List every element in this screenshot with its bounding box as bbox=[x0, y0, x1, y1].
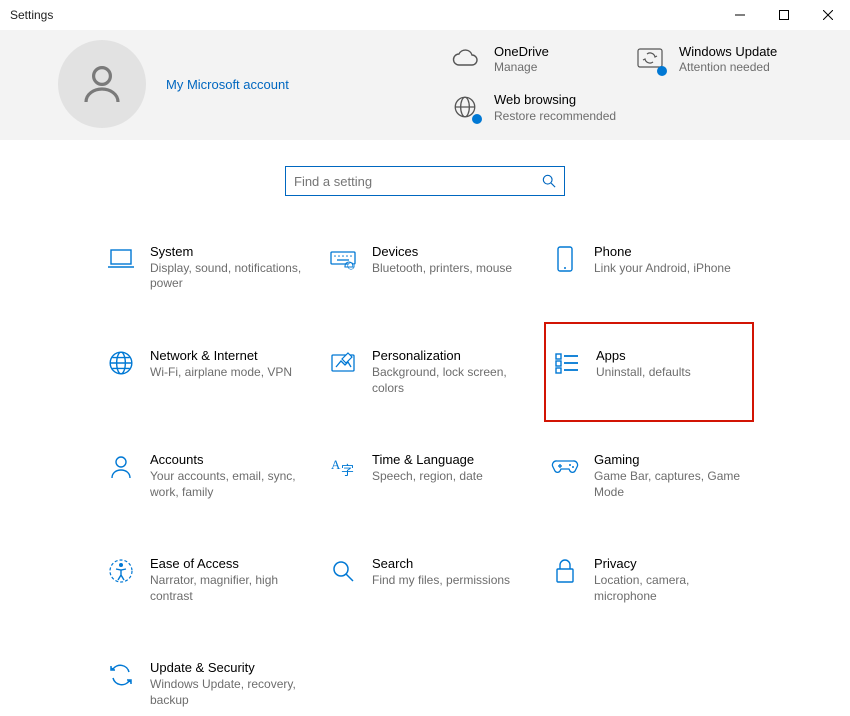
lock-icon bbox=[550, 556, 580, 586]
globe-icon bbox=[106, 348, 136, 378]
category-sub: Display, sound, notifications, power bbox=[150, 261, 304, 292]
apps-list-icon bbox=[552, 348, 582, 378]
category-title: Personalization bbox=[372, 348, 526, 365]
category-title: Search bbox=[372, 556, 510, 573]
svg-text:字: 字 bbox=[341, 463, 354, 478]
quick-sub: Restore recommended bbox=[494, 109, 616, 125]
quick-web-browsing[interactable]: Web browsing Restore recommended bbox=[450, 92, 635, 124]
sync-icon bbox=[635, 44, 665, 74]
titlebar: Settings bbox=[0, 0, 850, 30]
maximize-icon bbox=[779, 10, 789, 20]
category-grid: System Display, sound, notifications, po… bbox=[0, 236, 850, 716]
category-apps[interactable]: Apps Uninstall, defaults bbox=[544, 322, 754, 422]
category-title: Apps bbox=[596, 348, 691, 365]
category-title: Accounts bbox=[150, 452, 304, 469]
category-title: Privacy bbox=[594, 556, 748, 573]
search-icon bbox=[542, 174, 556, 188]
category-ease-of-access[interactable]: Ease of Access Narrator, magnifier, high… bbox=[100, 548, 310, 612]
category-sub: Link your Android, iPhone bbox=[594, 261, 731, 277]
svg-text:A: A bbox=[331, 457, 341, 472]
category-title: Network & Internet bbox=[150, 348, 292, 365]
paint-icon bbox=[328, 348, 358, 378]
quick-title: Web browsing bbox=[494, 92, 616, 109]
close-button[interactable] bbox=[806, 0, 850, 30]
quick-title: OneDrive bbox=[494, 44, 549, 61]
cloud-icon bbox=[450, 44, 480, 74]
header-banner: My Microsoft account OneDrive Manage Win… bbox=[0, 30, 850, 140]
window-title: Settings bbox=[10, 8, 53, 22]
category-gaming[interactable]: Gaming Game Bar, captures, Game Mode bbox=[544, 444, 754, 508]
category-title: Ease of Access bbox=[150, 556, 304, 573]
category-sub: Speech, region, date bbox=[372, 469, 483, 485]
category-time-language[interactable]: A字 Time & Language Speech, region, date bbox=[322, 444, 532, 508]
category-accounts[interactable]: Accounts Your accounts, email, sync, wor… bbox=[100, 444, 310, 508]
category-network[interactable]: Network & Internet Wi-Fi, airplane mode,… bbox=[100, 340, 310, 404]
window-controls bbox=[718, 0, 850, 30]
maximize-button[interactable] bbox=[762, 0, 806, 30]
search-section bbox=[0, 166, 850, 196]
close-icon bbox=[823, 10, 833, 20]
sync-icon bbox=[106, 660, 136, 690]
category-title: Devices bbox=[372, 244, 512, 261]
quick-windows-update[interactable]: Windows Update Attention needed bbox=[635, 44, 820, 76]
quick-links: OneDrive Manage Windows Update Attention… bbox=[450, 44, 820, 125]
category-sub: Background, lock screen, colors bbox=[372, 365, 526, 396]
search-box[interactable] bbox=[285, 166, 565, 196]
quick-title: Windows Update bbox=[679, 44, 777, 61]
category-title: System bbox=[150, 244, 304, 261]
category-sub: Bluetooth, printers, mouse bbox=[372, 261, 512, 277]
category-devices[interactable]: Devices Bluetooth, printers, mouse bbox=[322, 236, 532, 300]
quick-sub: Manage bbox=[494, 60, 549, 76]
account-link[interactable]: My Microsoft account bbox=[166, 77, 289, 92]
category-update-security[interactable]: Update & Security Windows Update, recove… bbox=[100, 652, 310, 716]
search-icon bbox=[328, 556, 358, 586]
minimize-button[interactable] bbox=[718, 0, 762, 30]
minimize-icon bbox=[735, 10, 745, 20]
category-phone[interactable]: Phone Link your Android, iPhone bbox=[544, 236, 754, 300]
avatar bbox=[58, 40, 146, 128]
category-title: Phone bbox=[594, 244, 731, 261]
category-system[interactable]: System Display, sound, notifications, po… bbox=[100, 236, 310, 300]
search-input[interactable] bbox=[294, 174, 542, 189]
category-title: Time & Language bbox=[372, 452, 483, 469]
phone-icon bbox=[550, 244, 580, 274]
category-sub: Your accounts, email, sync, work, family bbox=[150, 469, 304, 500]
keyboard-icon bbox=[328, 244, 358, 274]
category-sub: Uninstall, defaults bbox=[596, 365, 691, 381]
globe-icon bbox=[450, 92, 480, 122]
category-title: Gaming bbox=[594, 452, 748, 469]
language-icon: A字 bbox=[328, 452, 358, 482]
category-sub: Windows Update, recovery, backup bbox=[150, 677, 304, 708]
category-sub: Location, camera, microphone bbox=[594, 573, 748, 604]
category-sub: Game Bar, captures, Game Mode bbox=[594, 469, 748, 500]
quick-sub: Attention needed bbox=[679, 60, 777, 76]
category-personalization[interactable]: Personalization Background, lock screen,… bbox=[322, 340, 532, 404]
user-icon bbox=[78, 60, 126, 108]
quick-onedrive[interactable]: OneDrive Manage bbox=[450, 44, 635, 76]
category-sub: Wi-Fi, airplane mode, VPN bbox=[150, 365, 292, 381]
category-sub: Narrator, magnifier, high contrast bbox=[150, 573, 304, 604]
gamepad-icon bbox=[550, 452, 580, 482]
accessibility-icon bbox=[106, 556, 136, 586]
category-search[interactable]: Search Find my files, permissions bbox=[322, 548, 532, 612]
account-section[interactable]: My Microsoft account bbox=[30, 40, 289, 128]
category-sub: Find my files, permissions bbox=[372, 573, 510, 589]
category-privacy[interactable]: Privacy Location, camera, microphone bbox=[544, 548, 754, 612]
person-icon bbox=[106, 452, 136, 482]
laptop-icon bbox=[106, 244, 136, 274]
